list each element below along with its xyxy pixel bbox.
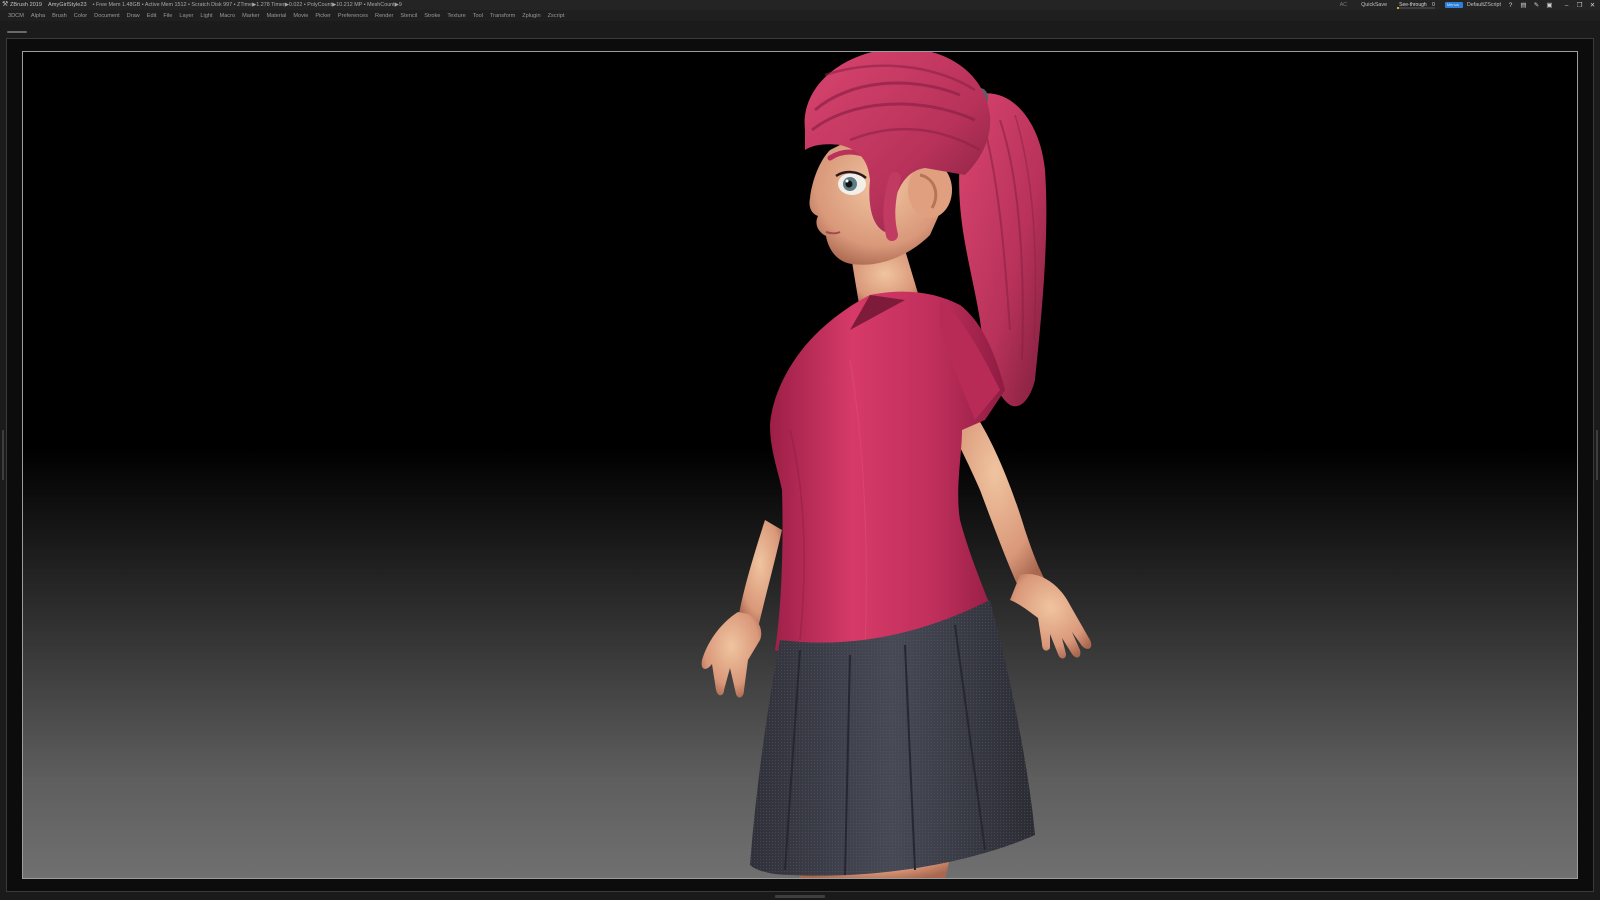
shirt — [770, 291, 1005, 660]
main-menu-bar: 3DCM Alpha Brush Color Document Draw Edi… — [0, 10, 1600, 21]
memory-stats: • Free Mem 1.48GB • Active Mem 1512 • Sc… — [92, 2, 402, 8]
ac-button[interactable]: AC — [1340, 2, 1348, 8]
menu-transform[interactable]: Transform — [490, 13, 515, 19]
menu-brush[interactable]: Brush — [52, 13, 67, 19]
menu-edit[interactable]: Edit — [147, 13, 157, 19]
minimize-icon[interactable]: – — [1563, 2, 1570, 9]
title-bar-right: AC QuickSave See-through 0 Menus Default… — [1330, 0, 1600, 10]
menu-light[interactable]: Light — [200, 13, 212, 19]
menu-file[interactable]: File — [163, 13, 172, 19]
menus-label: Menus — [1446, 2, 1459, 7]
app-name: ZBrush 2019 — [10, 2, 43, 8]
menu-draw[interactable]: Draw — [127, 13, 140, 19]
default-zscript-button[interactable]: DefaultZScript — [1467, 2, 1501, 8]
menu-layer[interactable]: Layer — [179, 13, 193, 19]
menu-picker[interactable]: Picker — [315, 13, 331, 19]
brush-icon[interactable]: ✎ — [1533, 2, 1540, 9]
see-through-track — [1397, 7, 1436, 9]
menu-marker[interactable]: Marker — [242, 13, 259, 19]
left-arm — [701, 520, 782, 698]
restore-icon[interactable]: ❐ — [1576, 2, 1583, 9]
menu-document[interactable]: Document — [94, 13, 120, 19]
right-tray-handle[interactable] — [1596, 430, 1598, 480]
shelf-collapse-handle[interactable] — [7, 31, 27, 33]
close-icon[interactable]: ✕ — [1589, 2, 1596, 9]
document-name: AmyGirlStyle23 — [48, 2, 87, 8]
menu-render[interactable]: Render — [375, 13, 393, 19]
quicksave-button[interactable]: QuickSave — [1361, 2, 1387, 8]
layout-icon[interactable]: ▤ — [1520, 2, 1527, 9]
menu-zplugin[interactable]: Zplugin — [522, 13, 540, 19]
bottom-tray-handle[interactable] — [775, 895, 825, 898]
menu-3dcm[interactable]: 3DCM — [8, 13, 24, 19]
zbrush-app-icon[interactable]: ⚒ — [2, 1, 8, 8]
menu-alpha[interactable]: Alpha — [31, 13, 45, 19]
menu-zscript[interactable]: Zscript — [548, 13, 565, 19]
menu-stroke[interactable]: Stroke — [424, 13, 440, 19]
menu-color[interactable]: Color — [74, 13, 87, 19]
menu-tool[interactable]: Tool — [473, 13, 483, 19]
document-canvas[interactable] — [22, 51, 1578, 879]
menu-stencil[interactable]: Stencil — [400, 13, 417, 19]
help-icon[interactable]: ? — [1507, 2, 1514, 9]
menu-movie[interactable]: Movie — [293, 13, 308, 19]
see-through-slider[interactable]: See-through 0 — [1397, 2, 1437, 9]
menu-material[interactable]: Material — [266, 13, 286, 19]
see-through-fill — [1397, 7, 1400, 9]
menu-texture[interactable]: Texture — [447, 13, 465, 19]
sculpt-model — [701, 51, 1092, 879]
menu-preferences[interactable]: Preferences — [338, 13, 368, 19]
left-tray-handle[interactable] — [2, 430, 4, 480]
lock-icon[interactable]: ▣ — [1546, 2, 1553, 9]
title-bar: ⚒ ZBrush 2019 AmyGirlStyle23 • Free Mem … — [0, 0, 1600, 10]
menus-toggle-button[interactable]: Menus — [1444, 2, 1463, 8]
menu-macro[interactable]: Macro — [220, 13, 236, 19]
shelf-strip — [0, 21, 1600, 38]
